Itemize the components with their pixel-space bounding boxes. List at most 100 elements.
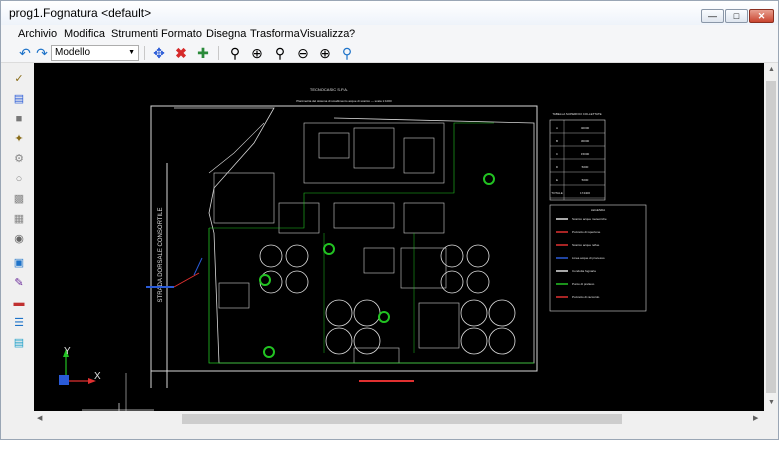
menu-archivio[interactable]: Archivio [18,28,57,40]
copy-icon[interactable]: ✚ [195,45,211,61]
zoom-extents-icon[interactable]: ⊕ [249,45,265,61]
title-bar[interactable]: prog1.Fognatura <default> — □ ✕ [1,1,778,25]
menu-modifica[interactable]: Modifica [64,28,105,40]
sample-point [263,346,275,358]
table-row-code: C [556,152,559,156]
ucs-y-label: Y [64,346,71,357]
close-button[interactable]: ✕ [749,9,774,23]
scroll-up-icon[interactable]: ▲ [768,66,775,73]
legend-item: Pozzetto di ispezione [572,230,601,234]
sample-point [483,173,495,185]
pencil-icon[interactable]: ✎ [11,275,27,291]
building-block [303,122,445,184]
properties-icon[interactable]: ✓ [11,71,27,87]
tank [466,270,490,294]
horizontal-scrollbar[interactable]: ◀ ▶ [34,411,764,426]
view-select-value: Modello [55,47,91,58]
zoom-window-icon[interactable]: ⚲ [227,45,243,61]
building-block [400,247,447,289]
menu-disegna[interactable]: Disegna [206,28,246,40]
tank [285,244,309,268]
tank [488,299,516,327]
scroll-left-icon[interactable]: ◀ [37,414,42,422]
building-block [363,247,395,274]
move-icon[interactable]: ✥ [151,45,167,61]
delete-icon[interactable]: ✖ [173,45,189,61]
legend-rows: Scarico acque meteoriche Pozzetto di ispe… [556,217,607,299]
drawing-canvas[interactable]: TECNOCASIC S.P.A. Planimetria del sistem… [34,63,764,411]
surface-table [549,119,606,201]
horizontal-scroll-thumb[interactable] [182,414,622,424]
table-title: TABELLA SUPERFICI COLLETTATE [552,112,601,116]
menu-formato[interactable]: Formato [161,28,202,40]
legend-item: Scarico acque reflue [572,243,600,247]
blue-pipe [193,257,203,276]
tank [460,299,488,327]
circle-icon[interactable]: ○ [11,171,27,187]
line-icon[interactable]: ▬ [11,295,27,311]
table-row-code: TOTALE [551,191,562,195]
legend-item: Linea acque di processo [572,256,605,260]
table-rows: A 40000 B 30000 C 15000 D 5000 E 5000 TOTALE 174400 [550,126,605,199]
undo-icon[interactable]: ↶ [17,45,33,61]
drawing-subtitle: Planimetria del sistema di smaltimento a… [296,99,392,103]
table-row-value: 30000 [581,139,590,143]
building-block [403,202,445,234]
table-row-code: A [556,126,558,130]
image-icon[interactable]: ▦ [11,211,27,227]
tools-icon[interactable]: ✦ [11,131,27,147]
vertical-scrollbar[interactable]: ▲ ▼ [764,63,778,411]
menu-trasforma[interactable]: Trasforma [250,28,300,40]
window-title: prog1.Fognatura <default> [9,6,152,20]
tank [353,327,381,355]
layer-icon[interactable]: ▤ [11,91,27,107]
toolbar-separator [144,46,145,60]
table-row-value: 174400 [580,191,590,195]
tank [285,270,309,294]
snap-icon[interactable]: ▣ [11,255,27,271]
redo-icon[interactable]: ↷ [34,45,50,61]
ucs-x-label: X [94,371,101,382]
zoom-in-icon[interactable]: ⊕ [317,45,333,61]
table-row-value: 40000 [581,126,590,130]
maximize-button[interactable]: □ [725,9,748,23]
tank [460,327,488,355]
sample-point [323,243,335,255]
hatch-icon[interactable]: ▤ [11,335,27,351]
scroll-right-icon[interactable]: ▶ [753,414,758,422]
menu-visualizza[interactable]: Visualizza [300,28,349,40]
access-road [208,122,265,174]
menu-bar: Archivio Modifica Strumenti Formato Dise… [1,25,778,43]
green-pipe [209,122,494,229]
zoom-realtime-icon[interactable]: ⚲ [339,45,355,61]
menu-help[interactable]: ? [349,28,355,40]
legend-title: LEGENDA [591,208,605,212]
left-toolbar: ✓ ▤ ■ ✦ ⚙ ○ ▩ ▦ ◉ ▣ ✎ ▬ ☰ ▤ [1,63,34,413]
vertical-scroll-thumb[interactable] [766,81,776,393]
tank [440,270,464,294]
zoom-previous-icon[interactable]: ⚲ [272,45,288,61]
dimension-icon[interactable]: ☰ [11,315,27,331]
menu-strumenti[interactable]: Strumenti [111,28,158,40]
building-block [353,127,395,169]
tank [325,299,353,327]
sample-point [259,274,271,286]
block-icon[interactable]: ▩ [11,191,27,207]
ucs-origin [59,375,69,385]
gear-icon[interactable]: ⚙ [11,151,27,167]
tank [488,327,516,355]
scroll-down-icon[interactable]: ▼ [768,399,775,406]
building-block [418,302,460,349]
tank [353,299,381,327]
legend-item: Scarico acque meteoriche [572,217,607,221]
zoom-out-icon[interactable]: ⊖ [295,45,311,61]
main-toolbar: ↶ ↷ Modello ▼ ✥ ✖ ✚ ⚲ ⊕ ⚲ ⊖ ⊕ ⚲ [1,43,778,63]
building-icon[interactable]: ■ [11,111,27,127]
table-row-value: 15000 [581,152,590,156]
binoculars-icon[interactable]: ◉ [11,231,27,247]
minimize-button[interactable]: — [701,9,724,23]
view-select[interactable]: Modello ▼ [51,45,139,61]
table-row-value: 5000 [582,178,589,182]
building-block [403,137,435,174]
table-row-code: D [556,165,559,169]
